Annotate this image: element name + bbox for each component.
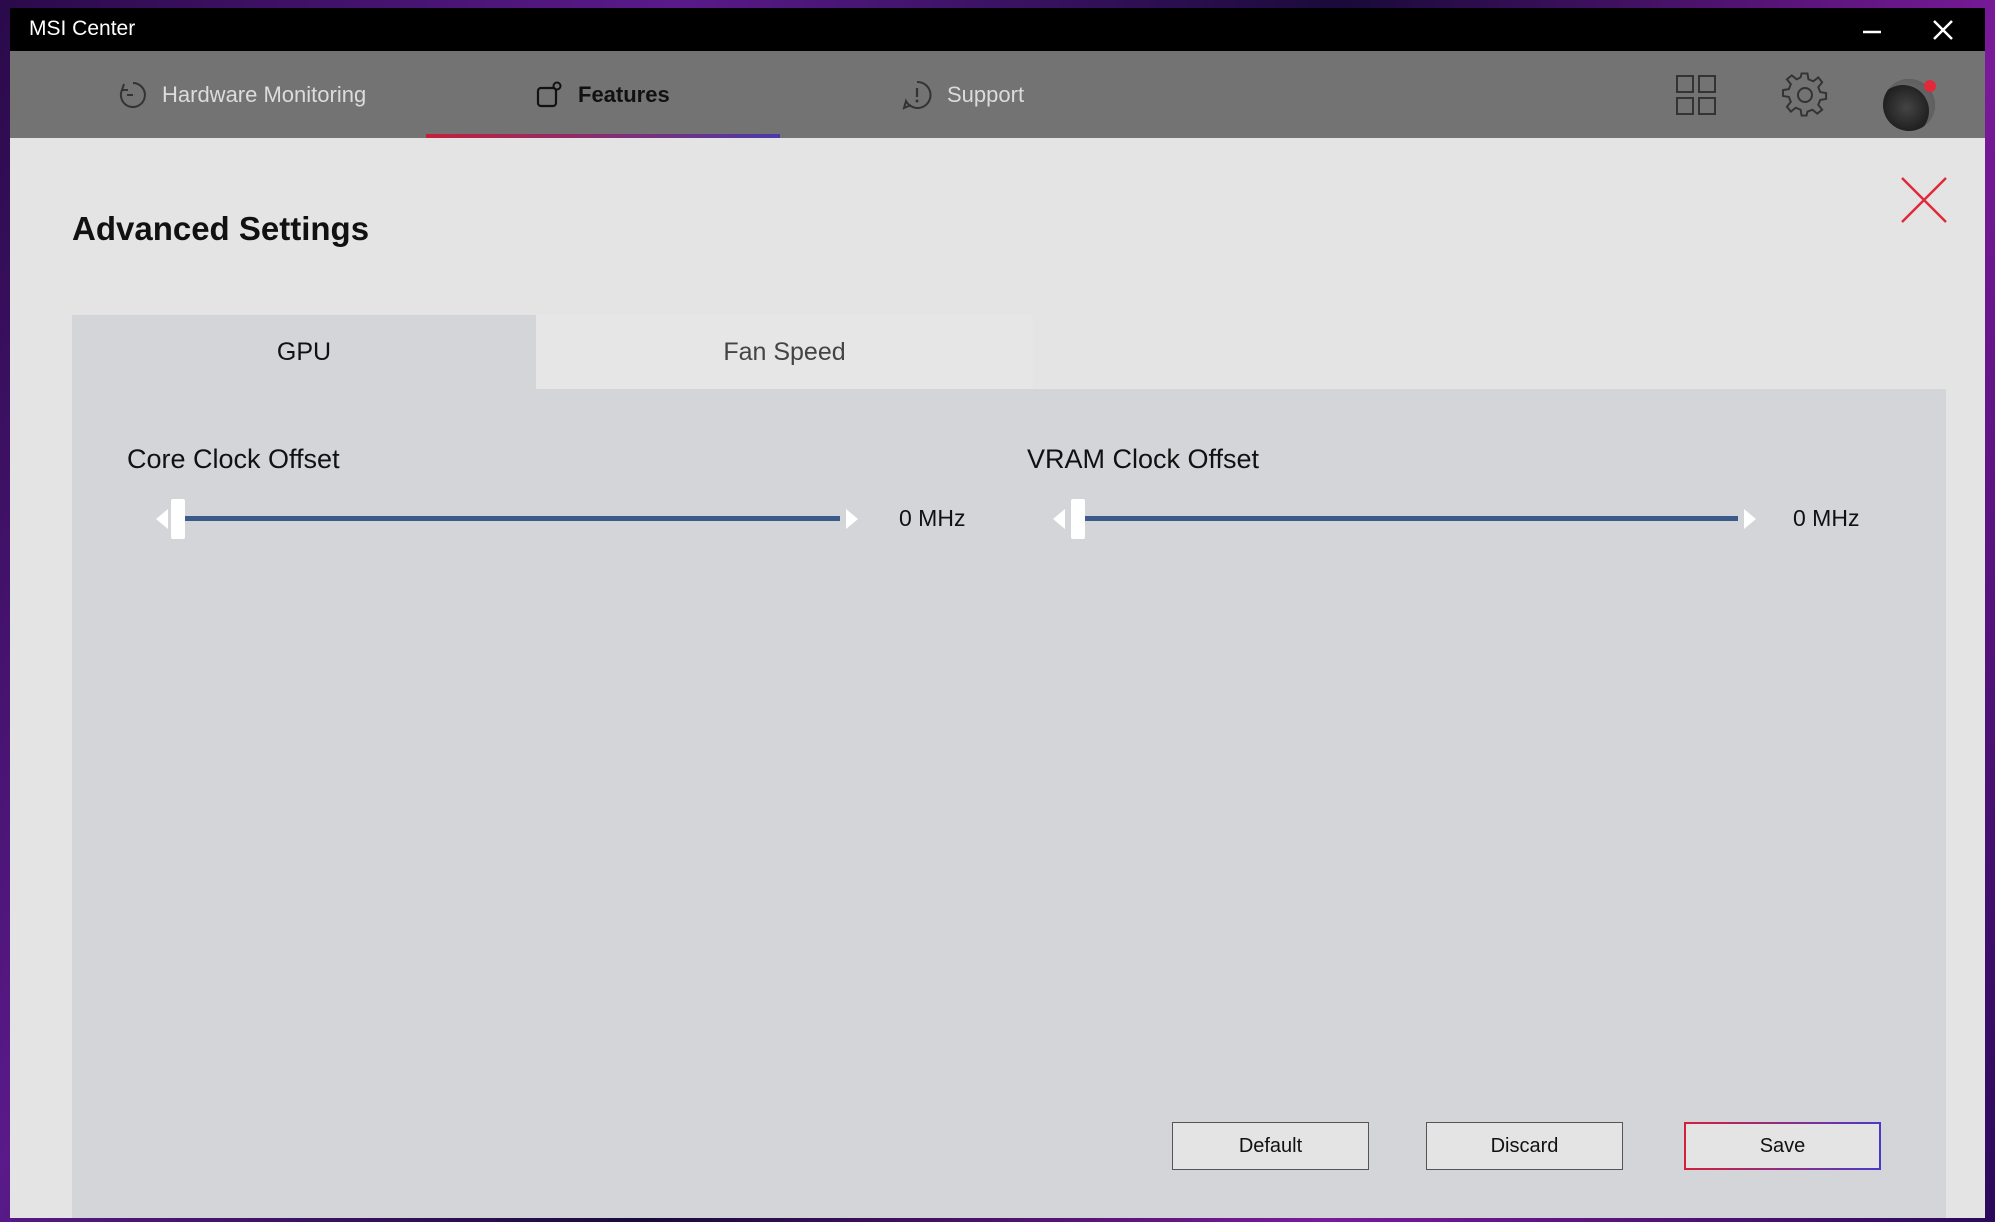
arrow-left-icon <box>156 509 168 529</box>
close-icon <box>1901 177 1947 223</box>
minimize-button[interactable] <box>1842 8 1902 51</box>
discard-button[interactable]: Discard <box>1426 1122 1623 1170</box>
tab-gpu[interactable]: GPU <box>72 315 536 389</box>
tab-hardware-monitoring-label: Hardware Monitoring <box>162 81 367 107</box>
notification-dot <box>1924 80 1936 92</box>
panel-tabs: GPU Fan Speed <box>72 315 1946 389</box>
save-button[interactable]: Save <box>1684 1122 1881 1170</box>
arrow-right-icon <box>1744 509 1756 529</box>
core-clock-value: 0 MHz <box>899 505 966 531</box>
tab-hardware-monitoring[interactable]: Hardware Monitoring <box>118 51 366 138</box>
vram-clock-value: 0 MHz <box>1793 505 1860 531</box>
arrow-left-icon <box>1053 509 1065 529</box>
core-clock-decrease-button[interactable] <box>151 504 173 534</box>
tab-support[interactable]: Support <box>901 51 1024 138</box>
tab-features-label: Features <box>578 81 670 107</box>
apps-grid-button[interactable] <box>1674 51 1718 138</box>
features-icon <box>536 81 562 107</box>
arrow-right-icon <box>846 509 858 529</box>
core-clock-slider-thumb[interactable] <box>171 499 185 539</box>
active-tab-indicator <box>426 134 780 138</box>
window-title: MSI Center <box>29 17 136 40</box>
default-button[interactable]: Default <box>1172 1122 1369 1170</box>
core-clock-label: Core Clock Offset <box>127 444 340 474</box>
main-nav: Hardware Monitoring Features Support <box>10 51 1985 138</box>
vram-clock-label: VRAM Clock Offset <box>1027 444 1260 474</box>
tab-fan-speed[interactable]: Fan Speed <box>536 315 1033 389</box>
vram-clock-increase-button[interactable] <box>1739 504 1761 534</box>
app-window: MSI Center Hardware Monitoring Features <box>10 8 1985 1218</box>
title-bar: MSI Center <box>10 8 1985 51</box>
core-clock-slider-track[interactable] <box>179 516 840 521</box>
window-close-button[interactable] <box>1913 8 1973 51</box>
vram-clock-slider-thumb[interactable] <box>1071 499 1085 539</box>
page-title: Advanced Settings <box>72 210 370 247</box>
core-clock-increase-button[interactable] <box>841 504 863 534</box>
grid-icon <box>1676 74 1716 115</box>
vram-clock-decrease-button[interactable] <box>1048 504 1070 534</box>
minimize-icon <box>1863 30 1881 33</box>
tab-features[interactable]: Features <box>534 51 670 138</box>
tab-support-label: Support <box>947 81 1025 107</box>
close-icon <box>1933 19 1953 40</box>
clock-icon <box>119 81 146 108</box>
vram-clock-slider-track[interactable] <box>1078 516 1738 521</box>
support-icon <box>902 80 932 110</box>
gear-icon <box>1782 71 1828 117</box>
settings-button[interactable] <box>1782 51 1828 138</box>
gpu-settings-content: Core Clock Offset 0 MHz VRAM Clock Offse… <box>72 389 1946 1218</box>
panel-close-button[interactable] <box>1896 172 1952 228</box>
